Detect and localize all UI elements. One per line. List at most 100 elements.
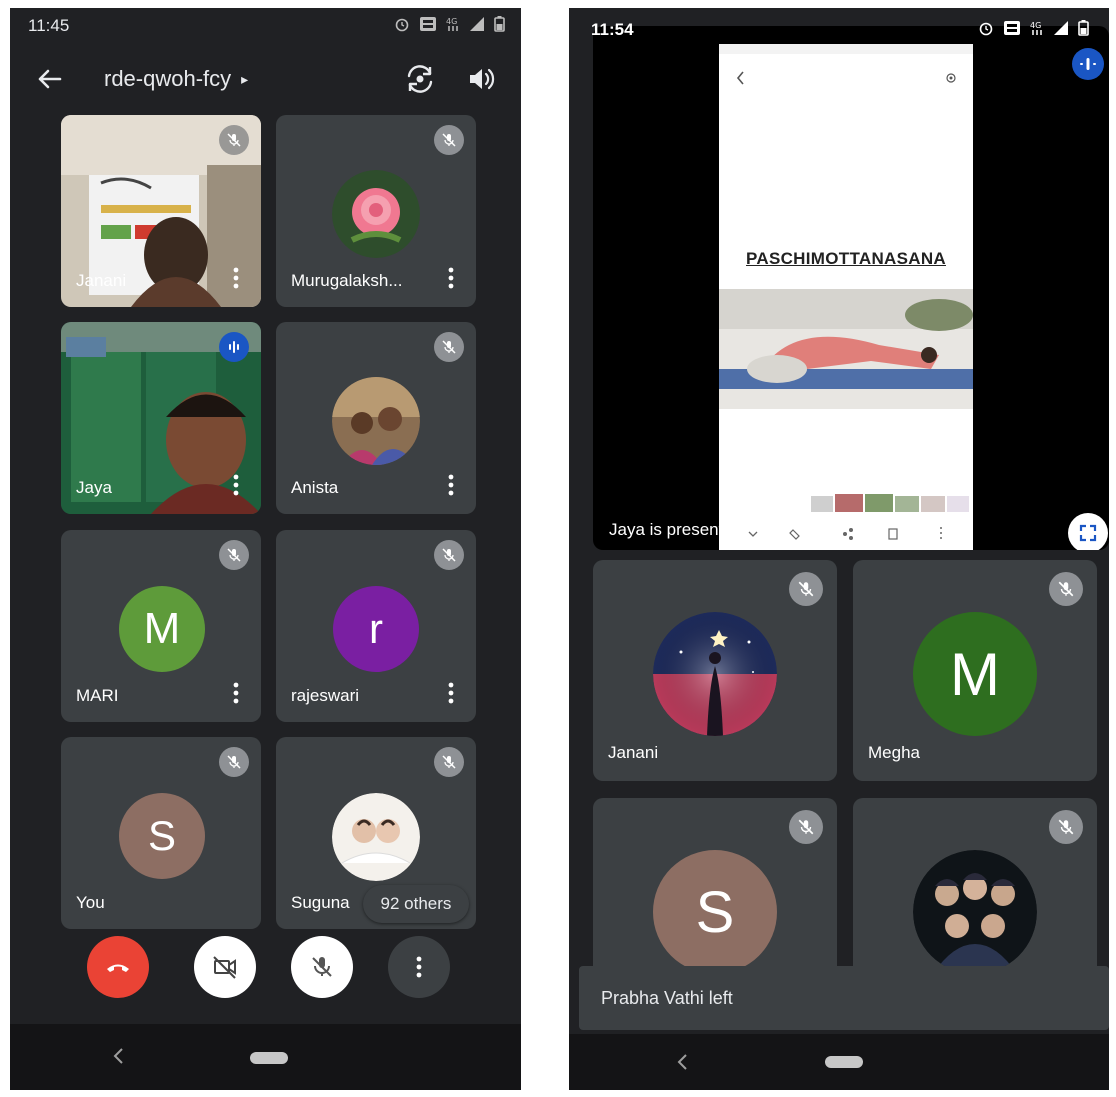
nav-home-pill[interactable] bbox=[825, 1056, 863, 1068]
phone-hangup-icon bbox=[107, 964, 129, 972]
mic-off-icon bbox=[1049, 572, 1083, 606]
signal-icon bbox=[1054, 21, 1068, 35]
more-options-icon[interactable] bbox=[233, 682, 239, 704]
participant-name: You bbox=[76, 893, 105, 912]
babies-photo-avatar bbox=[332, 793, 420, 881]
participant-name: Anista bbox=[291, 478, 339, 497]
initial-avatar: M bbox=[119, 586, 205, 672]
starry-avatar bbox=[653, 612, 777, 736]
meeting-code: rde-qwoh-fcy bbox=[104, 66, 232, 91]
volte-icon bbox=[420, 17, 436, 31]
more-options-icon[interactable] bbox=[448, 682, 454, 704]
speaking-indicator-icon bbox=[219, 332, 249, 362]
status-time: 11:45 bbox=[28, 16, 70, 35]
svg-text:4G: 4G bbox=[446, 17, 457, 26]
shared-back-icon bbox=[736, 71, 744, 85]
participant-tile-you[interactable]: S You bbox=[61, 737, 261, 929]
participant-name: Megha bbox=[868, 743, 920, 762]
participant-tile-janani[interactable]: Janani bbox=[593, 560, 837, 781]
others-count-badge[interactable]: 92 others bbox=[363, 885, 469, 923]
system-nav-bar bbox=[10, 1024, 521, 1090]
battery-icon bbox=[494, 16, 505, 32]
mic-off-icon bbox=[434, 747, 464, 777]
yoga-photo bbox=[719, 289, 973, 409]
initial-avatar: M bbox=[913, 612, 1037, 736]
meeting-title[interactable]: rde-qwoh-fcy ▸ bbox=[104, 66, 248, 92]
presenting-label: Jaya is presenting bbox=[609, 520, 747, 539]
participant-tile-rajeswari[interactable]: r rajeswari bbox=[276, 530, 476, 722]
more-options-icon[interactable] bbox=[233, 267, 239, 289]
participant-name: MARI bbox=[76, 686, 119, 705]
more-vert-icon bbox=[416, 956, 422, 978]
shared-action-bar bbox=[748, 527, 942, 540]
mic-off-icon bbox=[434, 540, 464, 570]
participant-name: Jaya bbox=[76, 478, 112, 497]
status-bar: 11:45 4G bbox=[10, 8, 521, 42]
meet-screen-grid: 11:45 4G rde-qwoh-fcy ▸ Janani Murugalak… bbox=[10, 8, 521, 1090]
fullscreen-icon bbox=[1079, 524, 1097, 542]
status-bar: 11:54 4G bbox=[569, 8, 1109, 42]
status-icons: 4G bbox=[978, 20, 1089, 36]
app-bar: rde-qwoh-fcy ▸ bbox=[10, 50, 521, 106]
initial-avatar: S bbox=[119, 793, 205, 879]
svg-text:4G: 4G bbox=[1030, 21, 1041, 30]
system-nav-bar bbox=[569, 1034, 1109, 1090]
participant-name: rajeswari bbox=[291, 686, 360, 705]
volte-icon bbox=[1004, 21, 1020, 35]
toast-text: Prabha Vathi left bbox=[601, 988, 733, 1008]
chevron-right-icon: ▸ bbox=[241, 70, 249, 87]
switch-camera-icon[interactable] bbox=[403, 62, 437, 96]
shared-status-bar bbox=[719, 44, 973, 54]
more-options-icon[interactable] bbox=[448, 267, 454, 289]
initial-avatar: S bbox=[653, 850, 777, 974]
mic-off-icon bbox=[219, 125, 249, 155]
status-time: 11:54 bbox=[591, 20, 634, 39]
group-photo-avatar bbox=[913, 850, 1037, 974]
nav-home-pill[interactable] bbox=[250, 1052, 288, 1064]
thumbnail-strip bbox=[811, 494, 969, 512]
participant-tile-megha[interactable]: M Megha bbox=[853, 560, 1097, 781]
participant-name: Suguna bbox=[291, 893, 350, 912]
meet-screen-presenting: PASCHIMOTTANASANA Jaya is presenting 11:… bbox=[569, 8, 1109, 1090]
rose-avatar bbox=[332, 170, 420, 258]
nav-back-icon[interactable] bbox=[110, 1046, 126, 1066]
more-options-icon[interactable] bbox=[448, 474, 454, 496]
mic-off-icon bbox=[789, 810, 823, 844]
back-arrow-icon[interactable] bbox=[34, 64, 64, 94]
mic-off-icon bbox=[312, 957, 332, 977]
nav-back-icon[interactable] bbox=[674, 1052, 690, 1072]
network-4g-icon: 4G bbox=[1030, 21, 1042, 35]
shared-cast-icon bbox=[946, 73, 956, 83]
mic-off-icon bbox=[434, 332, 464, 362]
mic-off-icon bbox=[219, 540, 249, 570]
speaker-icon[interactable] bbox=[466, 64, 496, 94]
more-options-button[interactable] bbox=[388, 936, 450, 998]
participant-left-toast: Prabha Vathi left bbox=[579, 966, 1109, 1030]
more-options-icon[interactable] bbox=[233, 474, 239, 496]
slide-title: PASCHIMOTTANASANA bbox=[746, 249, 946, 268]
mic-off-icon bbox=[434, 125, 464, 155]
status-icons: 4G bbox=[394, 16, 505, 32]
mic-toggle-button[interactable] bbox=[291, 936, 353, 998]
alarm-icon bbox=[979, 22, 993, 36]
participant-name: Murugalaksh... bbox=[291, 271, 403, 290]
participant-tile-mari[interactable]: M MARI bbox=[61, 530, 261, 722]
participant-tile-murugalakshmi[interactable]: Murugalaksh... bbox=[276, 115, 476, 307]
battery-icon bbox=[1078, 20, 1089, 36]
speaking-indicator-icon bbox=[1072, 48, 1104, 80]
signal-icon bbox=[470, 17, 484, 31]
presentation-tile[interactable]: PASCHIMOTTANASANA Jaya is presenting bbox=[593, 26, 1109, 550]
participant-name: Janani bbox=[608, 743, 659, 762]
participant-tile-janani[interactable]: Janani bbox=[61, 115, 261, 307]
participant-name: Janani bbox=[76, 271, 127, 290]
shared-screen: PASCHIMOTTANASANA bbox=[719, 44, 973, 550]
initial-avatar: r bbox=[333, 586, 419, 672]
mic-off-icon bbox=[1049, 810, 1083, 844]
end-call-button[interactable] bbox=[87, 936, 149, 998]
camera-off-icon bbox=[213, 956, 236, 979]
participant-tile-anista[interactable]: Anista bbox=[276, 322, 476, 514]
participant-tile-jaya[interactable]: Jaya bbox=[61, 322, 261, 514]
camera-toggle-button[interactable] bbox=[194, 936, 256, 998]
fullscreen-button[interactable] bbox=[1068, 513, 1108, 550]
alarm-icon bbox=[395, 18, 409, 32]
